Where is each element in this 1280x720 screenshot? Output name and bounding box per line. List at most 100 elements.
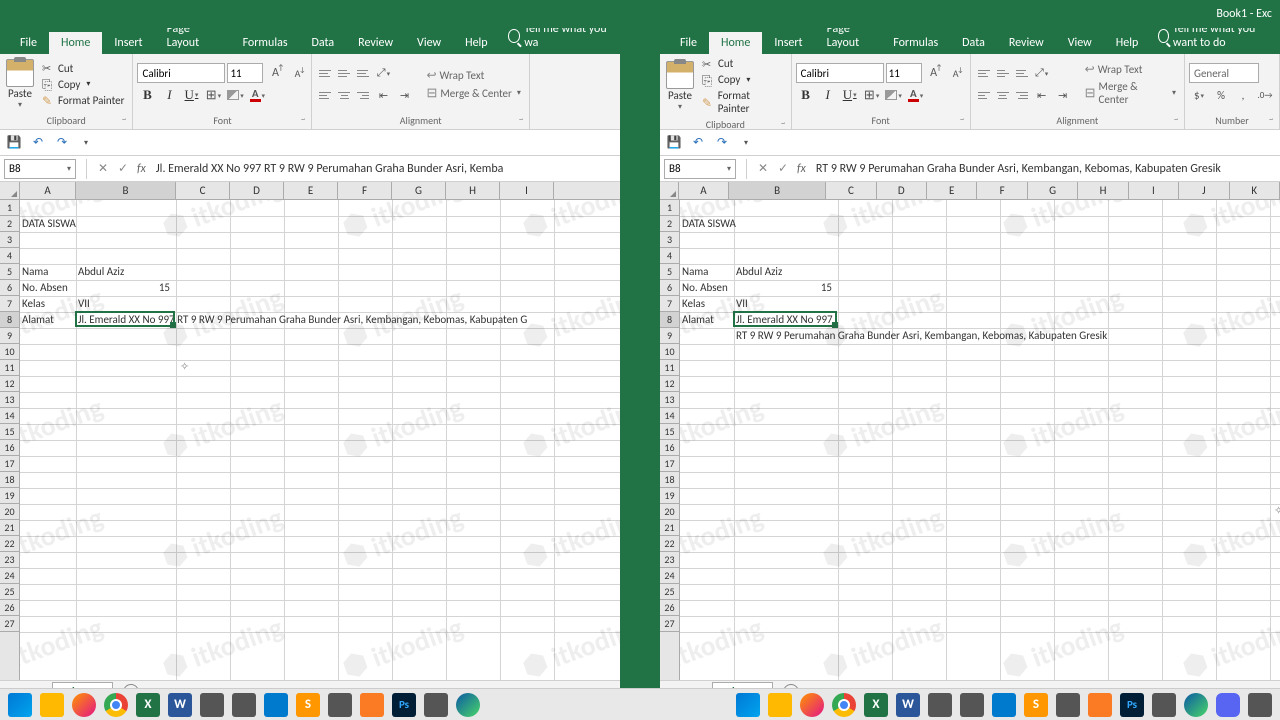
app-icon-8[interactable] (1152, 693, 1176, 717)
row-header-6[interactable]: 6 (0, 280, 19, 296)
tab-insert[interactable]: Insert (762, 32, 814, 54)
row-header-24[interactable]: 24 (660, 568, 679, 584)
number-format-select[interactable] (1189, 63, 1259, 83)
row-header-25[interactable]: 25 (0, 584, 19, 600)
row-header-9[interactable]: 9 (0, 328, 19, 344)
tab-view[interactable]: View (405, 32, 453, 54)
align-bottom-button[interactable] (1013, 65, 1031, 81)
align-middle-button[interactable] (994, 65, 1012, 81)
row-header-2[interactable]: 2 (0, 216, 19, 232)
merge-center-button[interactable]: Merge & Center▾ (1081, 79, 1180, 107)
font-color-button[interactable]: A (247, 85, 267, 105)
photoshop-icon-2[interactable]: Ps (1120, 693, 1144, 717)
increase-indent-button[interactable]: ⇥ (1053, 85, 1073, 105)
col-header-H[interactable]: H (446, 182, 500, 199)
col-header-G[interactable]: G (1028, 182, 1078, 199)
cell-B5[interactable]: Abdul Aziz (734, 264, 784, 280)
align-left-button[interactable] (316, 87, 334, 103)
fx-icon[interactable]: fx (797, 162, 806, 176)
tab-file[interactable]: File (668, 32, 709, 54)
wrap-text-button[interactable]: Wrap Text (422, 67, 524, 84)
row-header-14[interactable]: 14 (660, 408, 679, 424)
app-icon-1[interactable] (200, 693, 224, 717)
align-right-button[interactable] (1013, 87, 1031, 103)
tab-home[interactable]: Home (49, 32, 102, 54)
formula-input[interactable] (810, 162, 1280, 176)
paste-button[interactable]: Paste▾ (664, 59, 696, 114)
row-header-9[interactable]: 9 (660, 328, 679, 344)
row-header-1[interactable]: 1 (0, 200, 19, 216)
cell-B8[interactable]: Jl. Emerald XX No 997 (734, 312, 835, 328)
cell-A6[interactable]: No. Absen (20, 280, 70, 296)
col-header-A[interactable]: A (20, 182, 76, 199)
underline-button[interactable]: U (181, 85, 201, 105)
row-header-4[interactable]: 4 (0, 248, 19, 264)
align-top-button[interactable] (316, 65, 334, 81)
app-icon-2[interactable] (232, 693, 256, 717)
cell-B6[interactable]: 15 (734, 280, 834, 296)
cut-button[interactable]: ✂Cut (38, 61, 128, 76)
enter-formula-button[interactable]: ✓ (113, 161, 133, 176)
row-header-20[interactable]: 20 (660, 504, 679, 520)
row-header-22[interactable]: 22 (0, 536, 19, 552)
tab-formulas[interactable]: Formulas (231, 32, 300, 54)
col-header-D[interactable]: D (877, 182, 927, 199)
tab-help[interactable]: Help (1104, 32, 1151, 54)
row-header-4[interactable]: 4 (660, 248, 679, 264)
fill-color-button[interactable] (884, 85, 904, 105)
row-header-23[interactable]: 23 (660, 552, 679, 568)
edge-icon-2[interactable] (1184, 693, 1208, 717)
row-header-21[interactable]: 21 (0, 520, 19, 536)
copy-button[interactable]: Copy▾ (698, 72, 787, 87)
cancel-formula-button[interactable]: ✕ (93, 161, 113, 176)
tab-formulas[interactable]: Formulas (881, 32, 950, 54)
discord-icon[interactable] (1216, 693, 1240, 717)
row-header-7[interactable]: 7 (660, 296, 679, 312)
cell-B5[interactable]: Abdul Aziz (76, 264, 126, 280)
row-header-15[interactable]: 15 (660, 424, 679, 440)
row-header-2[interactable]: 2 (660, 216, 679, 232)
grow-font-button[interactable] (265, 63, 285, 83)
row-header-18[interactable]: 18 (0, 472, 19, 488)
accounting-format-button[interactable]: $ (1189, 85, 1209, 105)
chrome-icon[interactable] (104, 693, 128, 717)
photoshop-icon[interactable]: Ps (392, 693, 416, 717)
xampp-icon[interactable] (360, 693, 384, 717)
row-header-21[interactable]: 21 (660, 520, 679, 536)
row-header-26[interactable]: 26 (0, 600, 19, 616)
col-header-J[interactable]: J (1179, 182, 1229, 199)
vscode-icon[interactable] (264, 693, 288, 717)
row-header-8[interactable]: 8 (0, 312, 19, 328)
col-header-D[interactable]: D (230, 182, 284, 199)
cell-A5[interactable]: Nama (20, 264, 50, 280)
select-all-corner[interactable] (0, 182, 20, 199)
fx-icon[interactable]: fx (137, 162, 146, 176)
row-header-5[interactable]: 5 (660, 264, 679, 280)
redo-button[interactable]: ↷ (714, 135, 730, 151)
word-icon[interactable]: W (168, 693, 192, 717)
format-painter-button[interactable]: Format Painter (38, 93, 128, 108)
shrink-font-button[interactable] (946, 63, 966, 83)
enter-formula-button[interactable]: ✓ (773, 161, 793, 176)
font-color-button[interactable]: A (906, 85, 926, 105)
row-header-10[interactable]: 10 (0, 344, 19, 360)
tab-home[interactable]: Home (709, 32, 762, 54)
tab-data[interactable]: Data (300, 32, 347, 54)
fill-color-button[interactable] (225, 85, 245, 105)
row-header-5[interactable]: 5 (0, 264, 19, 280)
row-header-22[interactable]: 22 (660, 536, 679, 552)
name-box[interactable]: B8 (664, 159, 736, 179)
cell-B6[interactable]: 15 (76, 280, 172, 296)
edge-icon[interactable] (456, 693, 480, 717)
spreadsheet-grid[interactable]: ABCDEFGHI1234567891011121314151617181920… (0, 182, 620, 680)
row-header-24[interactable]: 24 (0, 568, 19, 584)
orientation-button[interactable]: ⤢ (1032, 63, 1052, 83)
firefox-icon[interactable] (72, 693, 96, 717)
col-header-K[interactable]: K (1230, 182, 1280, 199)
cell-B9[interactable]: RT 9 RW 9 Perumahan Graha Bunder Asri, K… (734, 328, 1109, 344)
col-header-B[interactable]: B (729, 182, 826, 199)
col-header-G[interactable]: G (392, 182, 446, 199)
tab-review[interactable]: Review (346, 32, 405, 54)
app-icon-6[interactable] (960, 693, 984, 717)
underline-button[interactable]: U (840, 85, 860, 105)
